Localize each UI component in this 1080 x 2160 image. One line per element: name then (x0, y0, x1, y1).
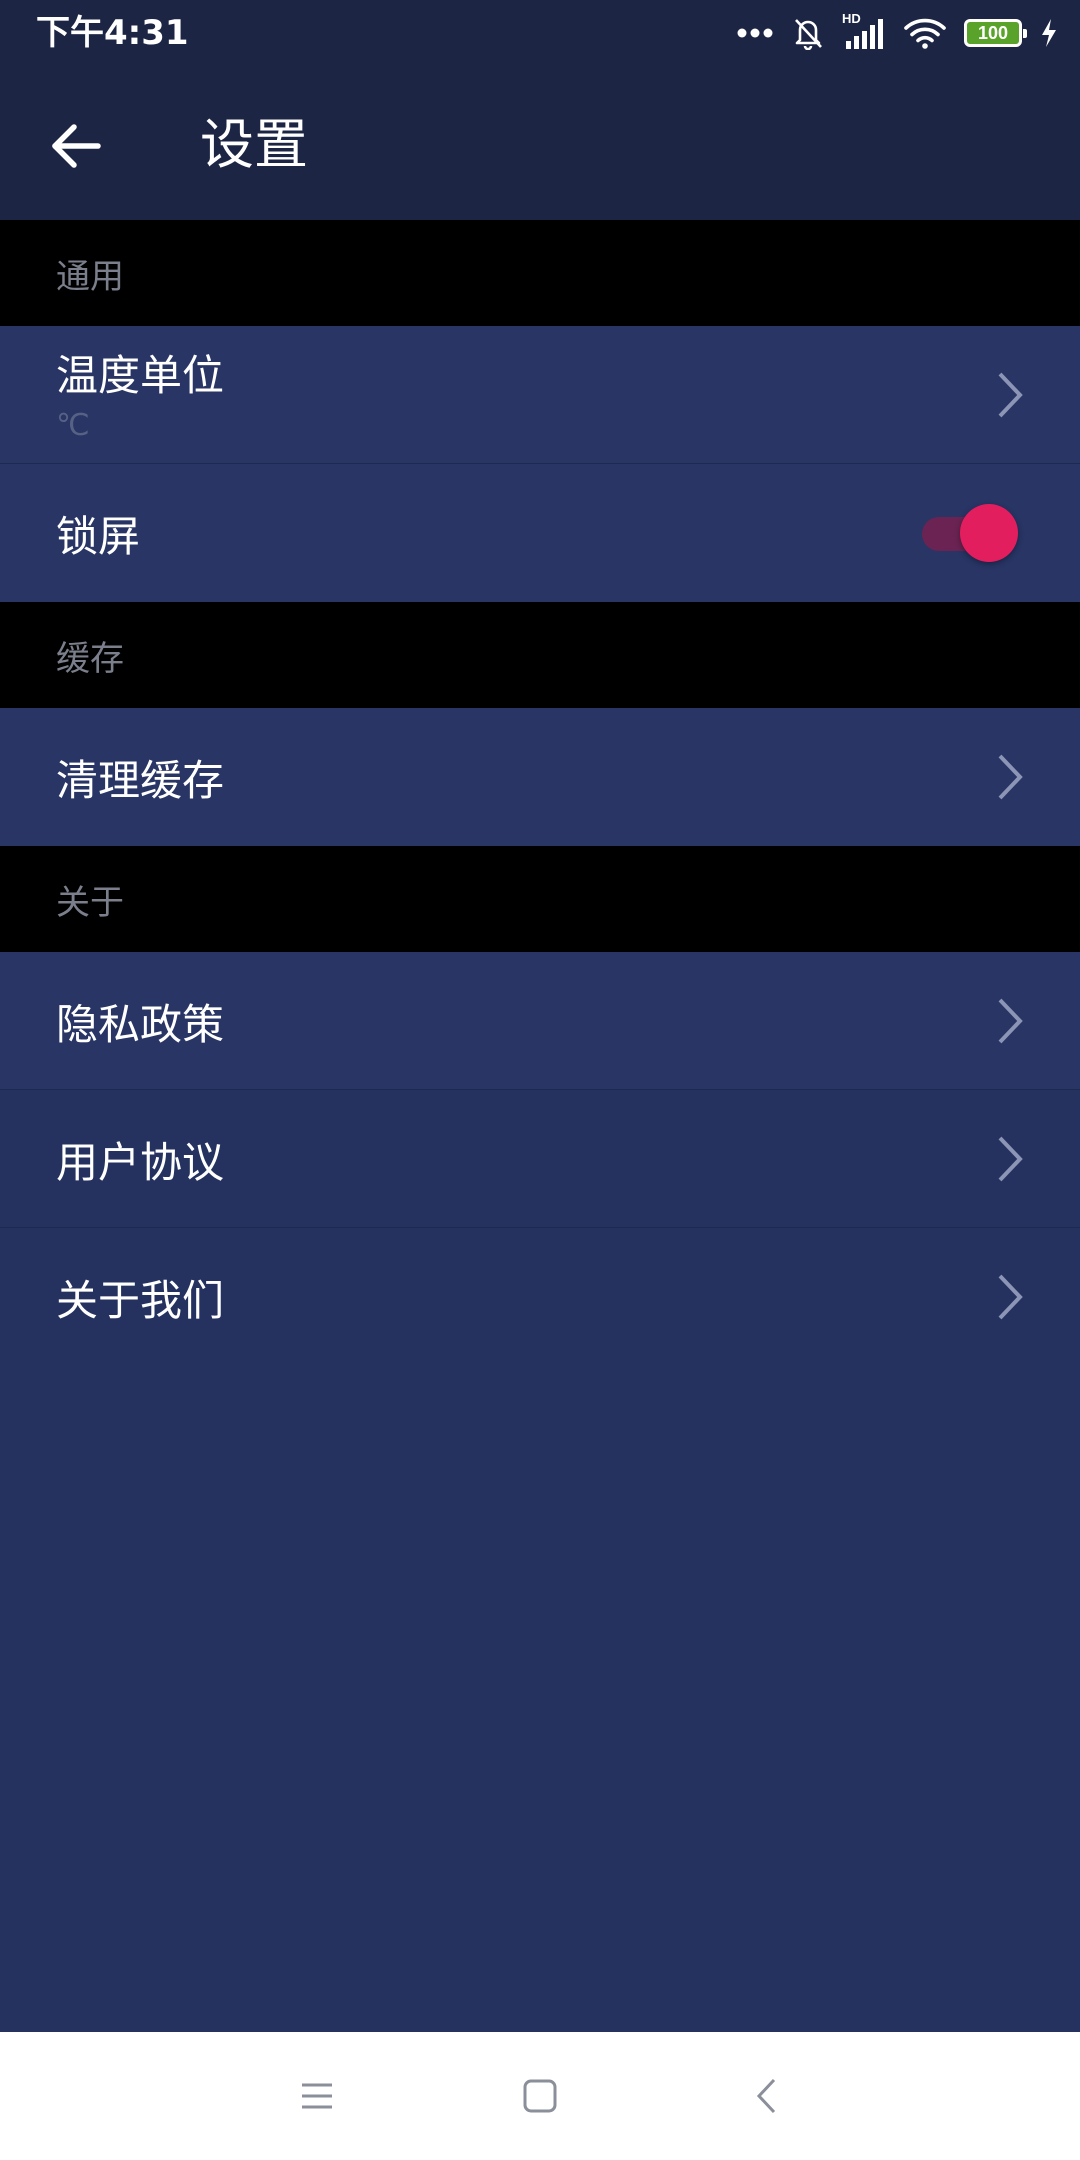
status-time: 下午4:31 (36, 13, 189, 53)
lock-screen-row: 锁屏 (0, 464, 1080, 602)
row-title: 隐私政策 (56, 999, 225, 1049)
battery-icon: 100 (964, 19, 1027, 47)
section-header-cache: 缓存 (0, 602, 1080, 708)
status-icons: HD 100 (736, 10, 1058, 56)
home-icon (523, 2079, 557, 2113)
section-label: 关于 (56, 882, 124, 923)
about-us-row[interactable]: 关于我们 (0, 1228, 1080, 1366)
menu-icon (302, 2083, 332, 2109)
chevron-right-icon (998, 1136, 1023, 1182)
section-header-general: 通用 (0, 220, 1080, 326)
status-bar: 下午4:31 HD 100 (0, 0, 1080, 66)
row-title: 锁屏 (56, 511, 141, 561)
chevron-right-icon (998, 372, 1023, 418)
nav-menu-button[interactable] (283, 2062, 351, 2130)
lock-screen-toggle[interactable] (922, 504, 1018, 562)
app-bar: 设置 (0, 74, 1080, 214)
signal-icon: HD (842, 11, 886, 51)
chevron-right-icon (998, 754, 1023, 800)
page-title: 设置 (200, 113, 308, 176)
toggle-thumb (960, 504, 1018, 562)
section-header-about: 关于 (0, 846, 1080, 952)
more-dots-icon (736, 27, 774, 39)
top-area: 下午4:31 HD 100 设置 (0, 0, 1080, 220)
arrow-left-icon (52, 124, 101, 168)
temperature-unit-row[interactable]: 温度单位 ℃ (0, 326, 1080, 464)
privacy-policy-row[interactable]: 隐私政策 (0, 952, 1080, 1090)
section-label: 通用 (56, 256, 124, 297)
row-title: 清理缓存 (56, 755, 225, 805)
back-button[interactable] (34, 104, 118, 188)
system-nav-bar (0, 2032, 1080, 2160)
row-title: 关于我们 (56, 1275, 225, 1325)
wifi-icon (904, 17, 946, 49)
bell-off-icon (792, 16, 824, 50)
user-agreement-row[interactable]: 用户协议 (0, 1090, 1080, 1228)
row-title: 温度单位 (56, 351, 225, 400)
back-icon (756, 2078, 776, 2114)
nav-home-button[interactable] (506, 2062, 574, 2130)
nav-back-button[interactable] (733, 2062, 801, 2130)
settings-list: 通用 温度单位 ℃ 锁屏 缓存 清理缓存 关于 隐私政策 用户协议 关于我们 (0, 220, 1080, 1366)
row-title: 用户协议 (56, 1137, 225, 1187)
charging-icon (1040, 18, 1058, 48)
chevron-right-icon (998, 1274, 1023, 1320)
section-label: 缓存 (56, 638, 124, 679)
chevron-right-icon (998, 998, 1023, 1044)
clear-cache-row[interactable]: 清理缓存 (0, 708, 1080, 846)
temperature-unit-value: ℃ (56, 408, 90, 443)
